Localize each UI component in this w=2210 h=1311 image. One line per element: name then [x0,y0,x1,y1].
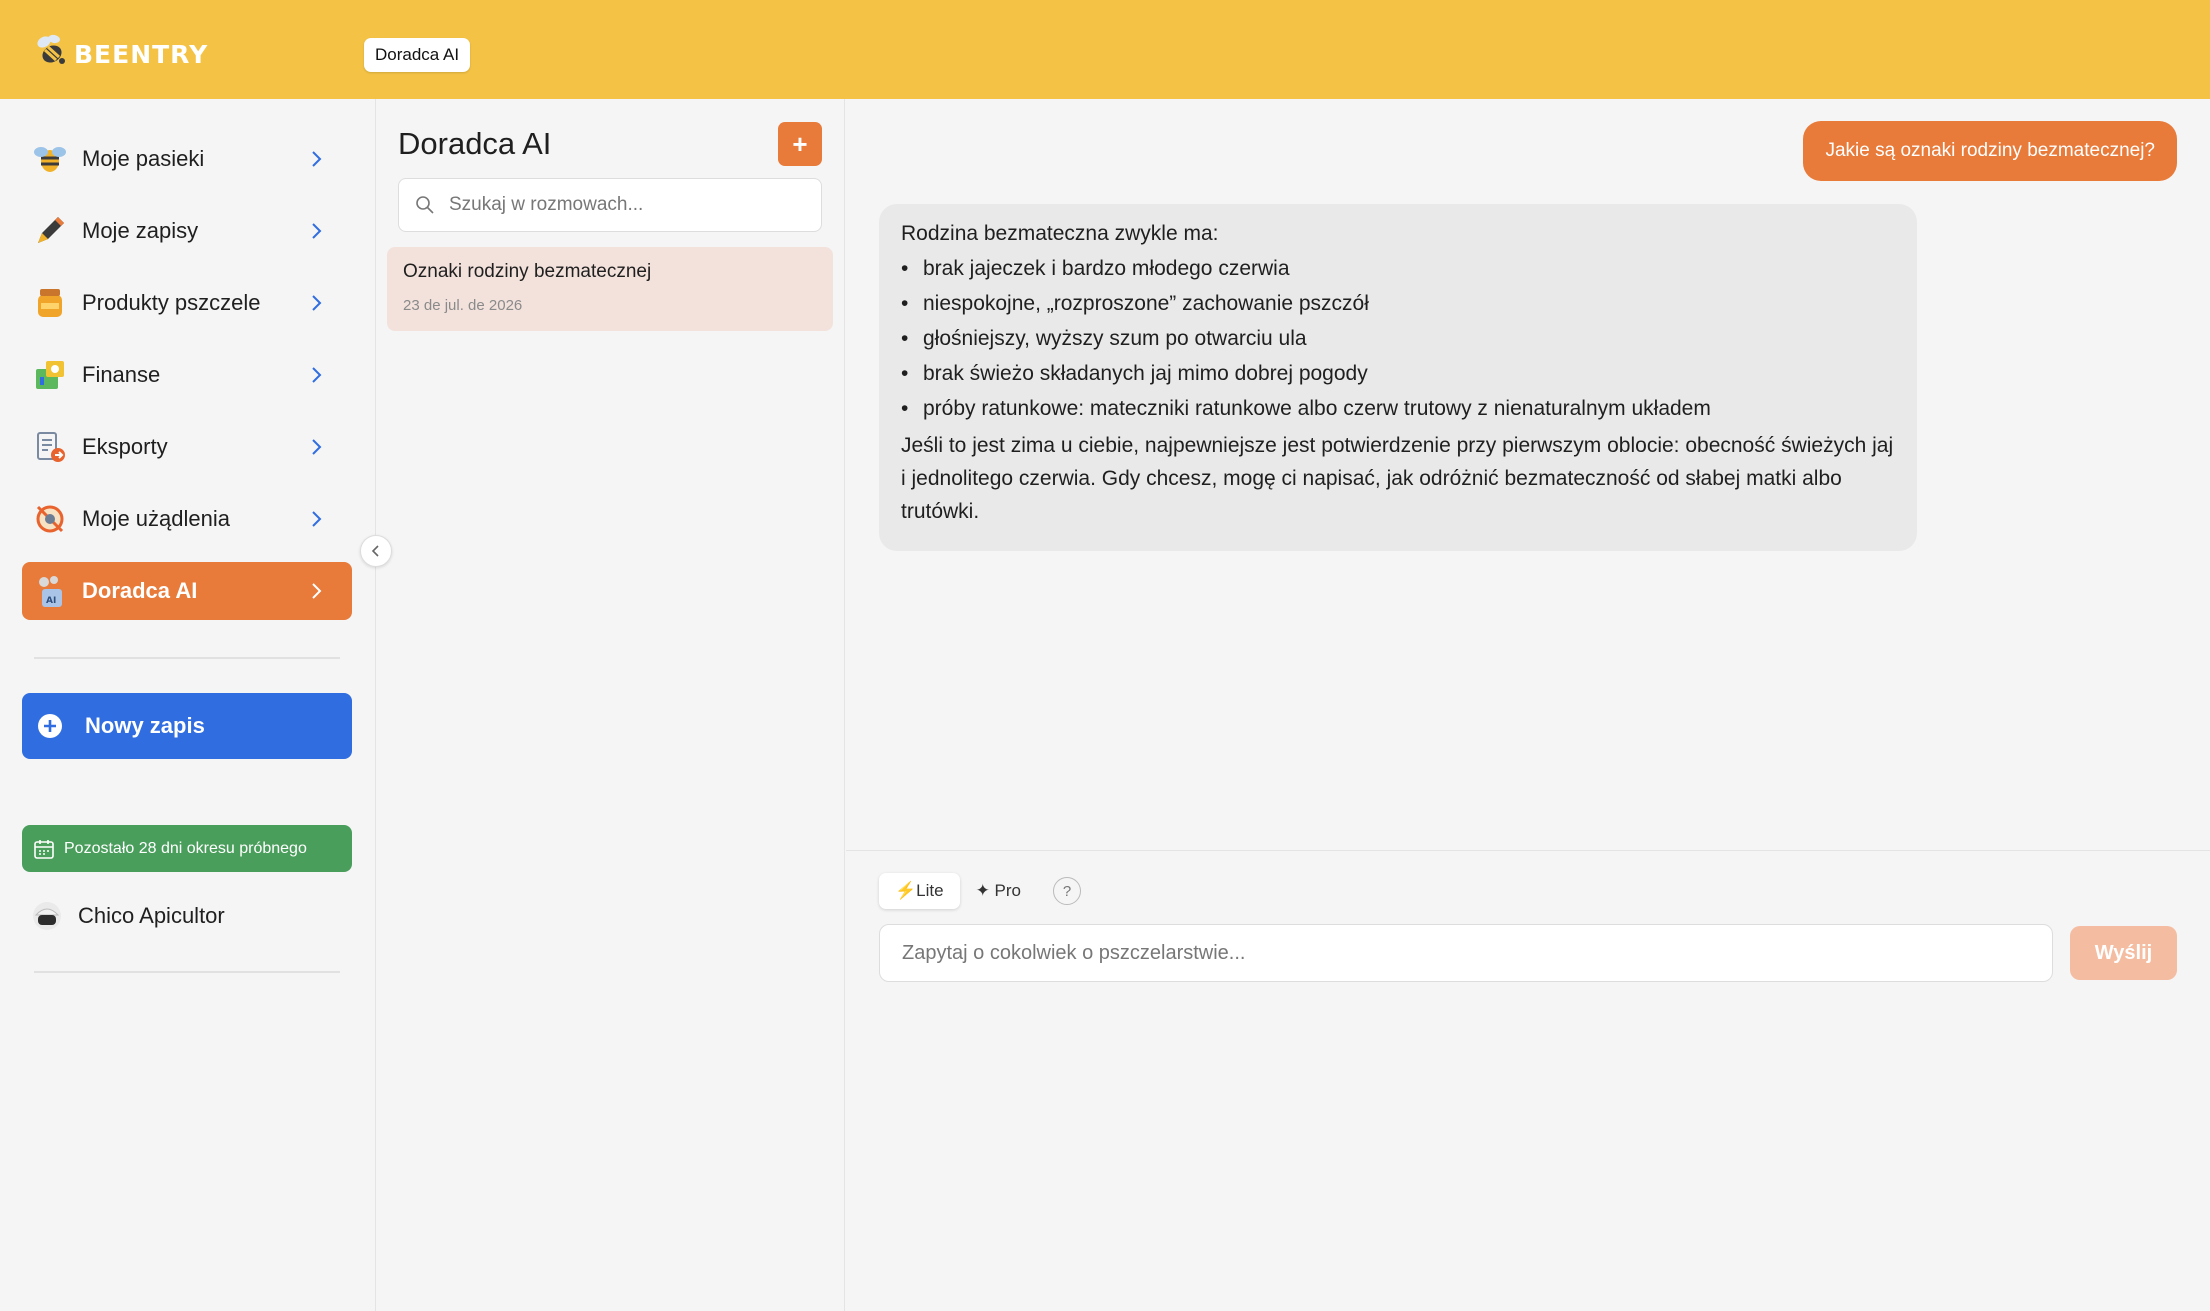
plus-circle-icon [38,714,62,738]
top-bar: BEENTRY Doradca AI [0,0,2210,99]
user-profile[interactable]: Chico Apicultor [30,899,225,933]
logo[interactable]: BEENTRY [32,28,208,72]
sidebar-item-label: Eksporty [82,434,168,459]
sidebar-item-finanse[interactable]: Finanse [22,346,352,404]
sidebar-item-produkty-pszczele[interactable]: Produkty pszczele [22,274,352,332]
sidebar-item-doradca-ai[interactable]: AI Doradca AI [22,562,352,620]
list-item: • głośniejszy, wyższy szum po otwarciu ul… [901,327,1307,350]
sidebar-item-label: Moje użądlenia [82,506,230,531]
sidebar-item-label: Moje pasieki [82,146,205,171]
conversation-title: Oznaki rodziny bezmatecznej [403,261,652,282]
chevron-left-icon [371,545,379,557]
new-conversation-button[interactable]: + [778,122,822,166]
chevron-right-icon [312,583,322,599]
sidebar-divider [34,971,340,973]
new-entry-label: Nowy zapis [85,713,205,738]
header-tab-doradca-ai[interactable]: Doradca AI [364,38,471,72]
send-button[interactable]: Wyślij [2070,926,2177,980]
mode-selector: ⚡Lite ✦ Pro ? [879,873,1081,909]
mode-lite-button[interactable]: ⚡Lite [879,873,960,909]
calendar-icon [34,839,54,859]
ai-intro: Rodzina bezmateczna zwykle ma: [901,222,1219,245]
list-item: • próby ratunkowe: mateczniki ratunkowe a… [901,397,1711,420]
search-input[interactable] [449,194,809,216]
sidebar-item-label: Doradca AI [82,578,198,603]
logo-text: BEENTRY [74,39,209,69]
chat-area: Jakie są oznaki rodziny bezmatecznej? Ro… [846,99,2210,851]
bee-logo-icon [37,34,65,64]
finance-icon [30,355,70,395]
pencil-icon [30,211,70,251]
ai-outro: Jeśli to jest zima u ciebie, najpewniejs… [901,434,1894,523]
chevron-right-icon [312,295,322,311]
sting-icon [30,499,70,539]
svg-text:AI: AI [46,596,56,606]
help-icon[interactable]: ? [1053,877,1081,905]
bee-icon [30,139,70,179]
avatar-beekeeper-icon [33,902,61,930]
sidebar-item-label: Finanse [82,362,161,387]
sidebar: Moje pasieki Moje zapisy Produkty pszcze… [0,99,376,1311]
list-item: • niespokojne, „rozproszone” zachowanie p… [901,292,1369,315]
conversations-panel: Doradca AI + Oznaki rodziny bezmatecznej… [377,99,845,1311]
honey-jar-icon [30,283,70,323]
trial-badge[interactable]: Pozostało 28 dni okresu próbnego [22,825,352,872]
conversation-date: 23 de jul. de 2026 [403,297,523,314]
search-icon [416,196,434,214]
chevron-right-icon [312,223,322,239]
chevron-right-icon [312,151,322,167]
new-entry-button[interactable]: Nowy zapis [22,693,352,759]
trial-text: Pozostało 28 dni okresu próbnego [64,839,307,857]
chevron-right-icon [312,511,322,527]
chevron-right-icon [312,439,322,455]
user-name: Chico Apicultor [78,903,225,928]
export-icon [30,427,70,467]
sidebar-item-moje-zapisy[interactable]: Moje zapisy [22,202,352,260]
list-item: • brak świeżo składanych jaj mimo dobrej … [901,362,1368,385]
conversation-search[interactable] [398,178,822,232]
sidebar-item-moje-pasieki[interactable]: Moje pasieki [22,130,352,188]
sidebar-divider [34,657,340,659]
sidebar-item-moje-uzadlenia[interactable]: Moje użądlenia [22,490,352,548]
sidebar-item-eksporty[interactable]: Eksporty [22,418,352,476]
sidebar-item-label: Moje zapisy [82,218,199,243]
chat-input-field[interactable] [879,924,2053,982]
list-item: • brak jajeczek i bardzo młodego czerwia [901,257,1290,280]
conversations-title: Doradca AI [398,126,552,161]
user-message: Jakie są oznaki rodziny bezmatecznej? [1803,121,2177,181]
composer: ⚡Lite ✦ Pro ? Wyślij [846,850,2210,1311]
conversation-item[interactable]: Oznaki rodziny bezmatecznej 23 de jul. d… [387,247,833,331]
collapse-sidebar-button[interactable] [360,535,392,567]
chat-input[interactable] [902,941,2022,965]
ai-message: Rodzina bezmateczna zwykle ma: • brak jaj… [879,204,1917,551]
mode-pro-button[interactable]: ✦ Pro [960,873,1037,909]
ai-advisor-icon: AI [30,571,70,611]
sidebar-item-label: Produkty pszczele [82,290,261,315]
chevron-right-icon [312,367,322,383]
